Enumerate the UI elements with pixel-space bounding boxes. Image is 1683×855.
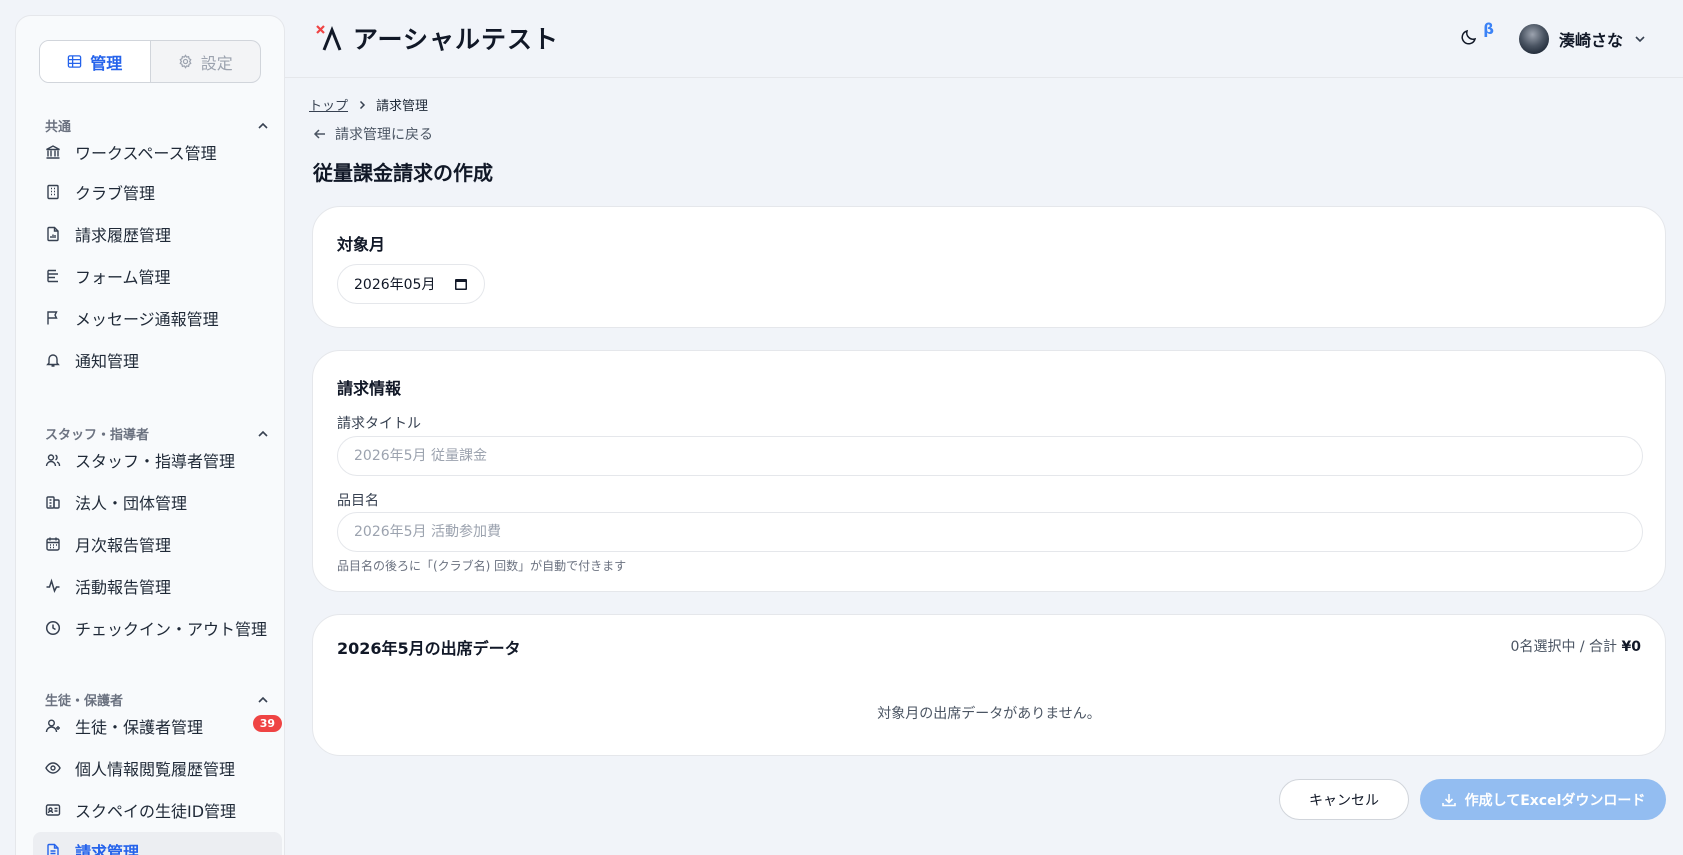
tab-settings-label: 設定 [200,53,233,73]
card-title: 対象月 [337,235,386,254]
chevron-right-icon [359,100,366,109]
sidebar-item-monthly-reports[interactable]: 月次報告管理 [33,525,282,563]
item-name-input[interactable] [337,512,1643,552]
create-download-label: 作成してExcelダウンロード [1464,792,1646,809]
billing-info-card: 請求情報 請求タイトル 品目名 品目名の後ろに「(クラブ名) 回数」が自動で付き… [312,350,1666,592]
bell-icon [46,354,60,367]
arrow-left-icon [313,129,325,139]
sidebar: 管理 設定 共通 ワークスペース管理 クラブ管理 請求履歴管理 フォーム管理 メ… [15,15,285,855]
app-title: アーシャルテスト [353,25,560,54]
page-title: 従量課金請求の作成 [313,161,493,185]
cancel-button[interactable]: キャンセル [1279,779,1409,820]
moon-icon [1461,29,1477,45]
billing-title-input[interactable] [337,436,1643,476]
invoice-icon [47,843,59,855]
sidebar-item-label: 法人・団体管理 [75,494,188,513]
chevron-up-icon [258,122,268,129]
sidebar-item-label: スクペイの生徒ID管理 [75,802,237,821]
user-name: 湊崎さな [1558,31,1623,50]
id-card-icon [45,804,61,816]
avatar [1518,24,1549,54]
sidebar-item-workspace[interactable]: ワークスペース管理 [33,133,282,171]
calendar-icon [455,279,467,290]
sidebar-item-checkin[interactable]: チェックイン・アウト管理 [33,609,282,647]
file-chart-icon [47,226,59,242]
theme-toggle-button[interactable]: β [1460,20,1494,48]
month-value: 2026年05月 [354,277,436,293]
bank-icon [46,145,60,159]
user-menu[interactable]: 湊崎さな [1518,24,1647,54]
brand-logo-icon [316,25,342,51]
sidebar-item-label: フォーム管理 [75,268,171,287]
sidebar-item-students[interactable]: 生徒・保護者管理 39 [33,707,282,745]
eye-icon [45,762,61,774]
sidebar-item-message-reports[interactable]: メッセージ通報管理 [33,299,282,337]
selection-summary: 0名選択中 / 合計 ¥0 [1511,636,1641,656]
chevron-up-icon [258,430,268,437]
breadcrumb: トップ 請求管理 [309,95,428,114]
attendance-card: 2026年5月の出席データ 0名選択中 / 合計 ¥0 対象月の出席データがあり… [312,614,1666,756]
sidebar-item-label: 請求管理 [75,843,140,855]
sidebar-item-forms[interactable]: フォーム管理 [33,257,282,295]
sidebar-item-label: スタッフ・指導者管理 [75,452,236,471]
item-name-hint: 品目名の後ろに「(クラブ名) 回数」が自動で付きます [337,559,627,573]
activity-icon [46,578,60,594]
building-icon [47,184,59,200]
sidebar-item-label: クラブ管理 [75,184,156,203]
sidebar-item-label: 活動報告管理 [75,578,172,597]
chevron-up-icon [258,696,268,703]
mode-tabs: 管理 設定 [39,40,261,83]
breadcrumb-current: 請求管理 [376,99,429,114]
item-name-label: 品目名 [337,493,379,509]
users-icon [45,454,61,467]
grid-icon [67,55,82,68]
calendar-icon [46,537,60,551]
sidebar-item-activity-reports[interactable]: 活動報告管理 [33,567,282,605]
beta-label: β [1483,20,1494,38]
cancel-button-label: キャンセル [1309,792,1379,809]
tab-manage[interactable]: 管理 [40,41,151,82]
sidebar-item-label: 月次報告管理 [75,536,172,555]
sidebar-item-student-id[interactable]: スクペイの生徒ID管理 [33,791,282,829]
sidebar-item-notifications[interactable]: 通知管理 [33,341,282,379]
top-header: アーシャルテスト β 湊崎さな [285,0,1683,78]
sidebar-item-label: 請求履歴管理 [75,226,172,245]
download-icon [1441,793,1456,806]
card-title: 2026年5月の出席データ [337,639,521,658]
summary-prefix: 0名選択中 / 合計 [1510,639,1622,655]
back-link[interactable]: 請求管理に戻る [313,124,433,144]
brand[interactable]: アーシャルテスト [315,20,559,56]
form-icon [47,269,58,283]
sidebar-item-label: ワークスペース管理 [75,144,217,163]
month-picker[interactable]: 2026年05月 [337,264,485,304]
card-title: 請求情報 [337,379,402,398]
sidebar-item-billing-history[interactable]: 請求履歴管理 [33,215,282,253]
summary-total: ¥0 [1621,639,1641,655]
empty-state: 対象月の出席データがありません。 [877,706,1101,722]
notification-badge: 39 [252,715,282,732]
clock-icon [45,620,61,636]
sidebar-item-privacy-log[interactable]: 個人情報閲覧履歴管理 [33,749,282,787]
buildings-icon [46,496,60,509]
chevron-down-icon [1635,36,1645,43]
sidebar-item-label: 通知管理 [75,352,140,371]
sidebar-item-label: 個人情報閲覧履歴管理 [75,760,236,779]
sidebar-item-staff[interactable]: スタッフ・指導者管理 [33,441,282,479]
flag-icon [47,311,58,325]
tab-settings[interactable]: 設定 [151,41,261,82]
billing-title-label: 請求タイトル [337,416,421,432]
sidebar-item-label: チェックイン・アウト管理 [75,620,268,639]
sidebar-item-label: メッセージ通報管理 [75,310,219,329]
sidebar-item-billing[interactable]: 請求管理 [33,832,282,855]
tab-manage-label: 管理 [90,53,123,73]
user-plus-icon [45,719,60,733]
sidebar-item-corporations[interactable]: 法人・団体管理 [33,483,282,521]
gear-icon [179,54,192,69]
back-link-label: 請求管理に戻る [335,127,433,143]
target-month-card: 対象月 2026年05月 [312,206,1666,328]
sidebar-item-club[interactable]: クラブ管理 [33,173,282,211]
breadcrumb-home-link[interactable]: トップ [309,95,348,114]
sidebar-item-label: 生徒・保護者管理 [75,718,204,737]
create-download-button[interactable]: 作成してExcelダウンロード [1420,779,1666,820]
